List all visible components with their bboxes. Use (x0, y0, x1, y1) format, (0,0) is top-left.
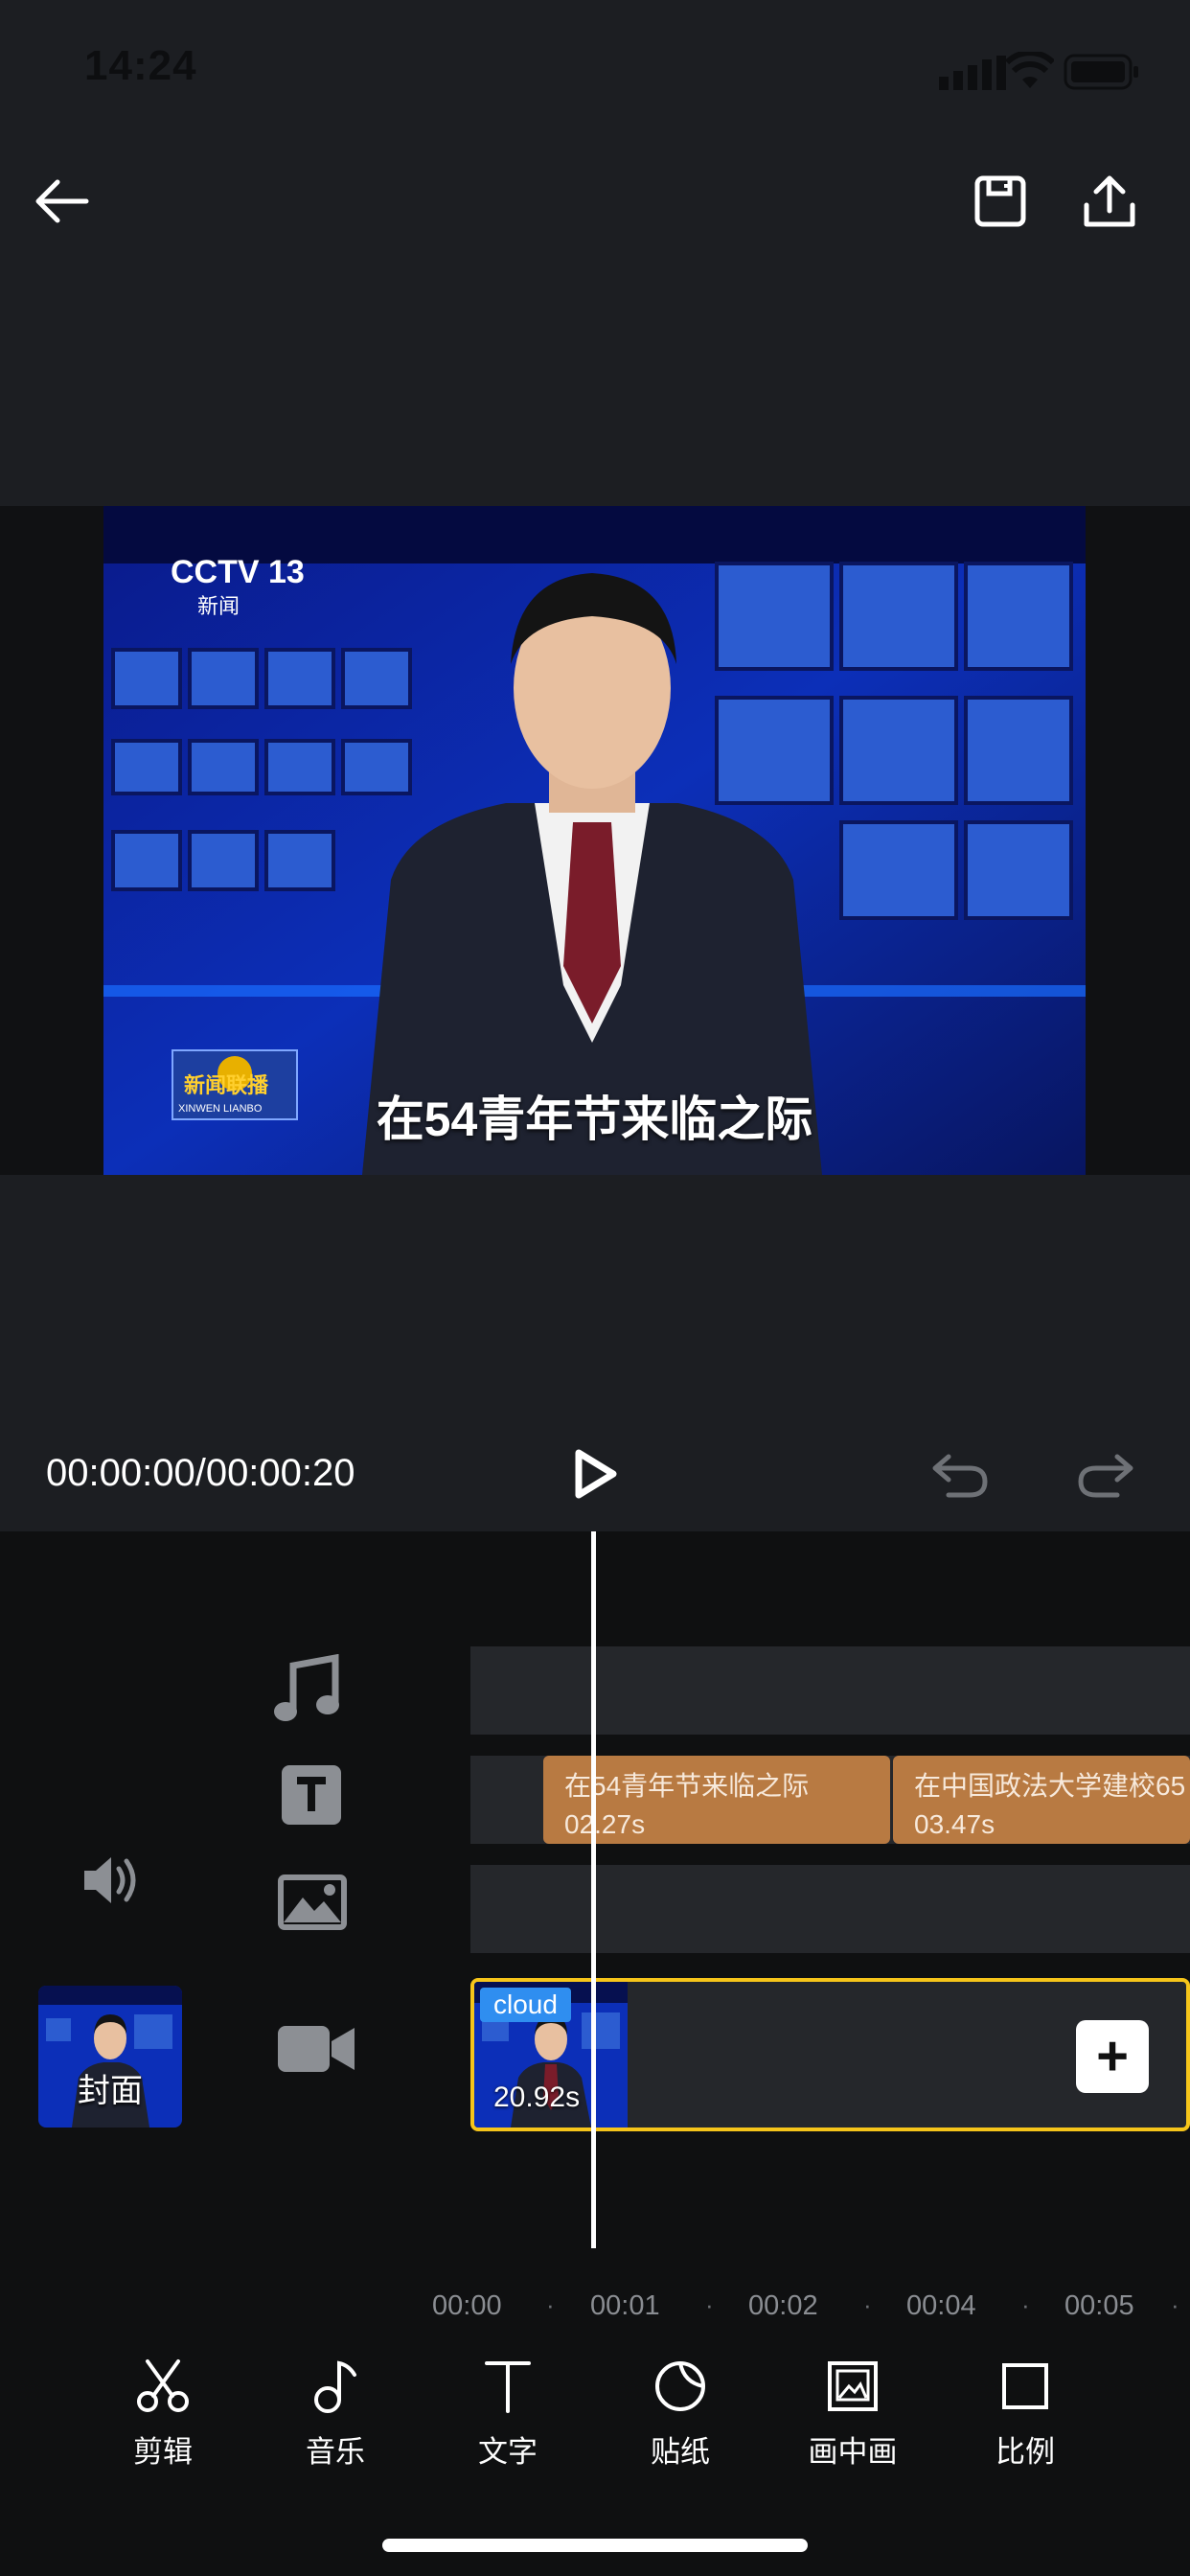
text-clip-duration: 02.27s (564, 1809, 646, 1839)
video-preview[interactable]: CCTV 13 新闻 新闻联播 XINWEN LIANBO (103, 506, 1086, 1175)
play-icon (575, 1449, 617, 1499)
text-icon (485, 2361, 531, 2413)
text-clip-content: 在中国政法大学建校65 (914, 1771, 1186, 1801)
tool-sticker[interactable]: 贴纸 (613, 2358, 747, 2471)
tool-label: 贴纸 (651, 2435, 710, 2469)
ruler-dot: · (1021, 2290, 1030, 2319)
video-track-icon (278, 2026, 355, 2072)
text-track-icon (282, 1765, 341, 1825)
redo-icon (1078, 1454, 1133, 1498)
tool-label: 音乐 (306, 2435, 365, 2469)
playhead[interactable] (591, 1531, 596, 2248)
save-button[interactable] (962, 163, 1039, 240)
video-clip-duration: 20.92s (493, 2082, 581, 2113)
image-track[interactable] (470, 1865, 1190, 1953)
ruler-dot: · (863, 2290, 872, 2319)
channel-subtitle: 新闻 (197, 595, 240, 619)
share-button[interactable] (1071, 163, 1148, 240)
play-button[interactable] (567, 1447, 621, 1501)
image-track-icon (278, 1874, 347, 1930)
music-track[interactable] (470, 1646, 1190, 1735)
ruler-tick: 00:00 (432, 2290, 502, 2321)
text-clip-duration: 03.47s (914, 1809, 995, 1839)
status-time: 14:24 (84, 42, 197, 89)
text-clip[interactable]: 在中国政法大学建校65 03.47s (893, 1756, 1190, 1844)
tool-label: 文字 (478, 2435, 538, 2469)
ruler-tick: 00:02 (748, 2290, 818, 2321)
tool-text[interactable]: 文字 (441, 2358, 575, 2471)
save-icon (974, 175, 1026, 227)
news-anchor-image: CCTV 13 新闻 新闻联播 XINWEN LIANBO (103, 506, 1086, 1175)
music-note-icon (314, 2360, 356, 2413)
ruler-dot: · (546, 2290, 555, 2319)
music-track-icon (274, 1654, 339, 1721)
cover-button[interactable]: 封面 (38, 1986, 182, 2128)
undo-icon (932, 1454, 988, 1498)
arrow-left-icon (35, 179, 89, 223)
upload-icon (1084, 175, 1135, 227)
tool-pip[interactable]: 画中画 (786, 2358, 920, 2471)
tool-label: 剪辑 (133, 2435, 193, 2469)
tool-music[interactable]: 音乐 (268, 2358, 402, 2471)
back-button[interactable] (23, 163, 100, 240)
picture-in-picture-icon (828, 2361, 878, 2411)
battery-icon (1064, 54, 1138, 90)
tool-label: 画中画 (808, 2435, 898, 2469)
cellular-signal-icon (939, 56, 1006, 90)
volume-icon[interactable] (80, 1853, 142, 1907)
video-clip[interactable]: cloud 20.92s + (470, 1978, 1190, 2131)
ruler-tick: 00:04 (906, 2290, 976, 2321)
tool-label: 比例 (995, 2435, 1055, 2469)
channel-logo: CCTV 13 (171, 554, 305, 590)
ruler-dot: · (1171, 2290, 1179, 2319)
cover-label: 封面 (78, 2073, 143, 2109)
ruler-tick: 00:05 (1064, 2290, 1134, 2321)
tool-ratio[interactable]: 比例 (958, 2358, 1092, 2471)
add-clip-button[interactable]: + (1076, 2020, 1149, 2093)
ruler-dot: · (705, 2290, 714, 2319)
aspect-ratio-icon (1002, 2363, 1048, 2409)
subtitle-overlay: 在54青年节来临之际 (376, 1092, 813, 1146)
undo-button[interactable] (929, 1445, 993, 1503)
tool-cut[interactable]: 剪辑 (96, 2358, 230, 2471)
sticker-icon (655, 2361, 705, 2411)
time-ruler: 00:00 · 00:01 · 00:02 · 00:04 · 00:05 · (0, 2290, 1190, 2329)
redo-button[interactable] (1073, 1445, 1136, 1503)
home-indicator (382, 2539, 808, 2552)
ruler-tick: 00:01 (590, 2290, 660, 2321)
text-clip-content: 在54青年节来临之际 (564, 1771, 810, 1801)
timecode: 00:00:00/00:00:20 (46, 1452, 355, 1494)
scissors-icon (137, 2359, 189, 2412)
wifi-icon (1006, 52, 1054, 88)
cloud-badge: cloud (480, 1988, 571, 2022)
